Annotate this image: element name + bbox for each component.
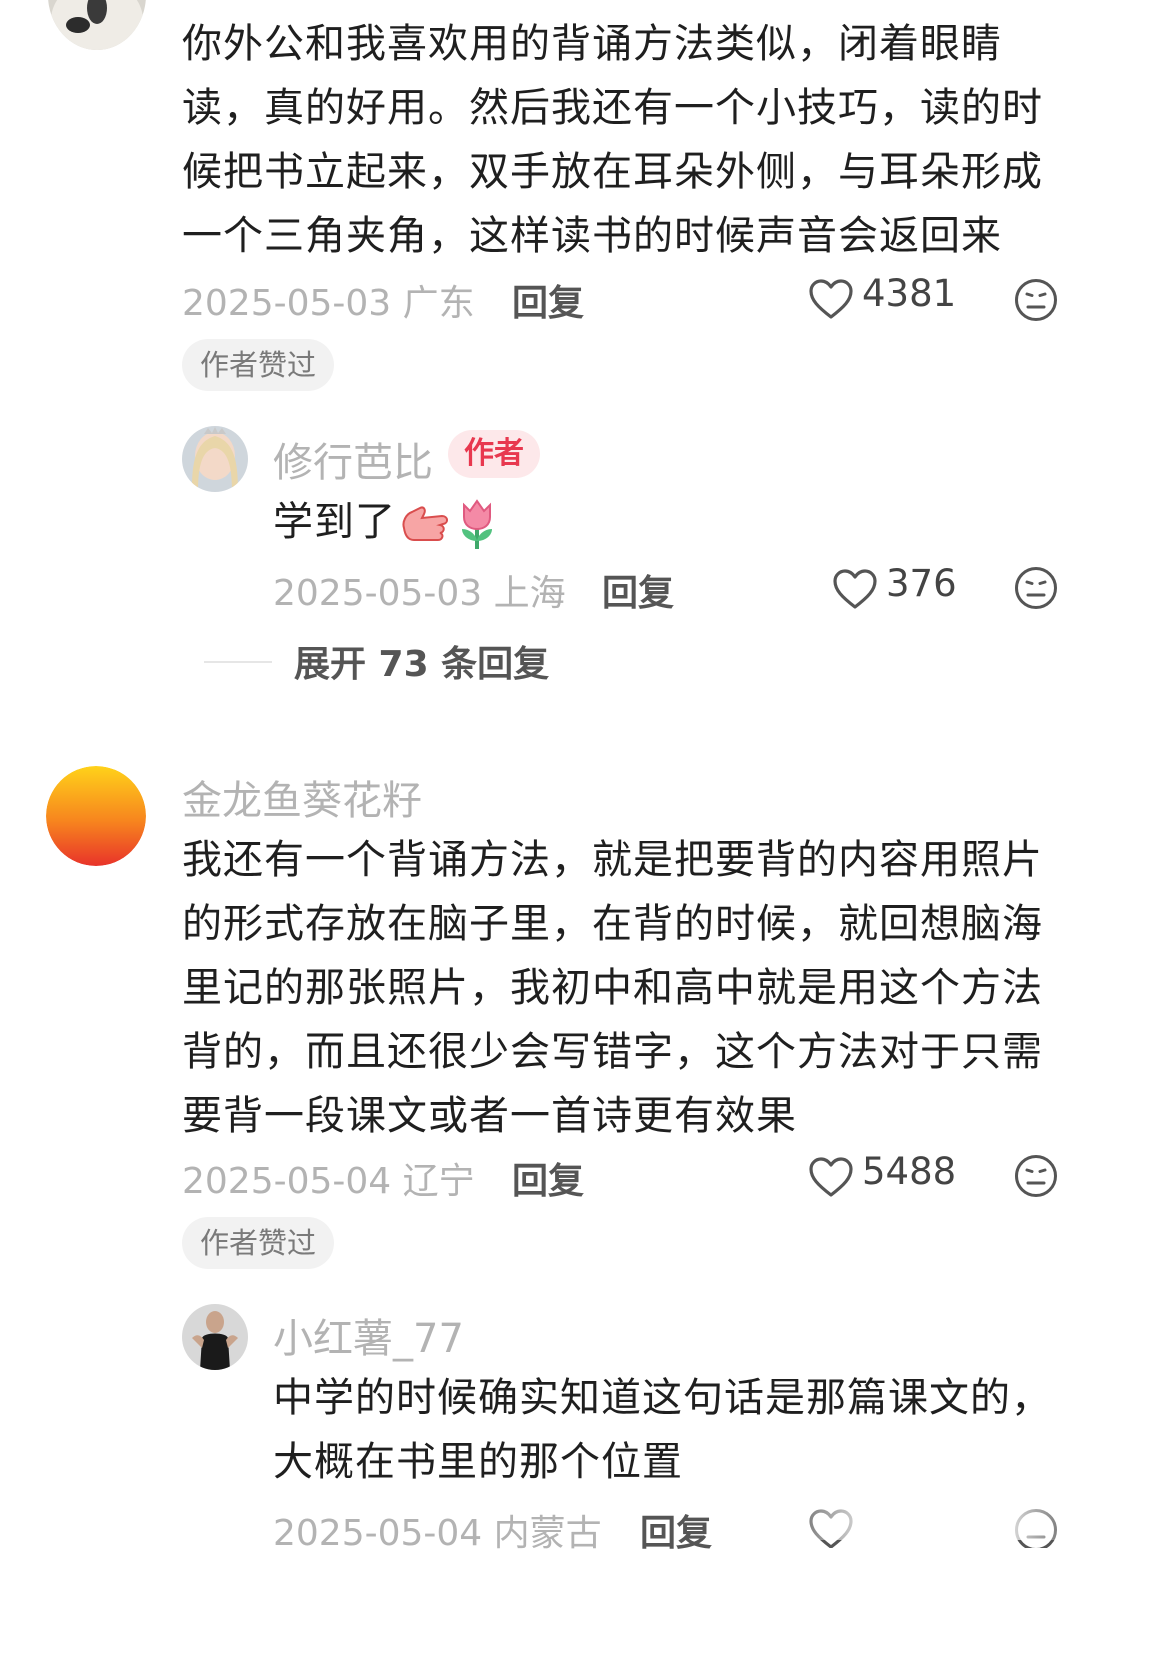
reply-button[interactable]: 回复: [512, 1152, 584, 1204]
reply-text: 中学的时候确实知道这句话是那篇课文的， 大概在书里的那个位置: [273, 1366, 1073, 1494]
bottom-fade-overlay: [780, 1500, 1080, 1540]
reply-date-location: 2025-05-03 上海: [273, 573, 566, 614]
like-button[interactable]: 5488: [808, 1150, 968, 1202]
comment-text-line: 背的，而且还很少会写错字，这个方法对于只需: [182, 1029, 1043, 1075]
comment-text-line: 要背一段课文或者一首诗更有效果: [182, 1093, 797, 1139]
meh-face-icon[interactable]: [1014, 278, 1058, 322]
reply-username[interactable]: 修行芭比: [273, 430, 433, 488]
reply-button[interactable]: 回复: [512, 274, 584, 326]
comment-text: 你外公和我喜欢用的背诵方法类似，闭着眼睛 读，真的好用。然后我还有一个小技巧，读…: [182, 12, 1062, 268]
comment-text: 我还有一个背诵方法，就是把要背的内容用照片 的形式存放在脑子里，在背的时候，就回…: [182, 828, 1062, 1148]
tulip-emoji: [456, 497, 498, 551]
expand-replies-button[interactable]: 展开 73 条回复: [294, 635, 549, 687]
comment-text-line: 的形式存放在脑子里，在背的时候，就回想脑海: [182, 901, 1043, 947]
meh-face-icon[interactable]: [1014, 1154, 1058, 1198]
comment-text-line: 你外公和我喜欢用的背诵方法类似，闭着眼睛: [182, 21, 1002, 67]
author-liked-badge: 作者赞过: [182, 1217, 335, 1269]
reply-avatar[interactable]: [182, 426, 248, 492]
like-button[interactable]: 4381: [808, 272, 968, 324]
clapping-hands-emoji: [400, 504, 452, 544]
commenter-avatar[interactable]: [46, 766, 146, 866]
reply-text-line: 大概在书里的那个位置: [273, 1439, 683, 1485]
like-count: 4381: [862, 272, 957, 315]
like-count: 5488: [862, 1150, 957, 1193]
comment-text-line: 读，真的好用。然后我还有一个小技巧，读的时: [182, 85, 1043, 131]
author-badge: 作者: [448, 430, 540, 478]
like-count: 376: [886, 562, 957, 605]
comment-text-line: 我还有一个背诵方法，就是把要背的内容用照片: [182, 837, 1043, 883]
reply-text-line: 中学的时候确实知道这句话是那篇课文的，: [273, 1375, 1052, 1421]
commenter-avatar[interactable]: [48, 0, 146, 50]
comment-username[interactable]: 金龙鱼葵花籽: [182, 768, 422, 826]
reply-avatar[interactable]: [182, 1304, 248, 1370]
heart-icon: [808, 278, 854, 320]
heart-icon: [832, 568, 878, 610]
reply-username[interactable]: 小红薯_77: [273, 1306, 464, 1364]
heart-icon: [808, 1156, 854, 1198]
like-button[interactable]: 376: [832, 562, 972, 614]
comment-date-location: 2025-05-04 辽宁: [182, 1161, 475, 1202]
reply-button[interactable]: 回复: [602, 564, 674, 616]
comment-date-location: 2025-05-03 广东: [182, 283, 475, 324]
comment-text-line: 一个三角夹角，这样读书的时候声音会返回来: [182, 213, 1002, 259]
author-liked-badge: 作者赞过: [182, 339, 335, 391]
comment-text-line: 候把书立起来，双手放在耳朵外侧，与耳朵形成: [182, 149, 1043, 195]
reply-text-content: 学到了: [273, 499, 396, 545]
reply-button[interactable]: 回复: [640, 1504, 712, 1556]
meh-face-icon[interactable]: [1014, 566, 1058, 610]
comment-text-line: 里记的那张照片，我初中和高中就是用这个方法: [182, 965, 1043, 1011]
reply-date-location: 2025-05-04 内蒙古: [273, 1513, 602, 1554]
reply-text: 学到了: [273, 490, 498, 554]
expand-divider: [204, 661, 272, 663]
